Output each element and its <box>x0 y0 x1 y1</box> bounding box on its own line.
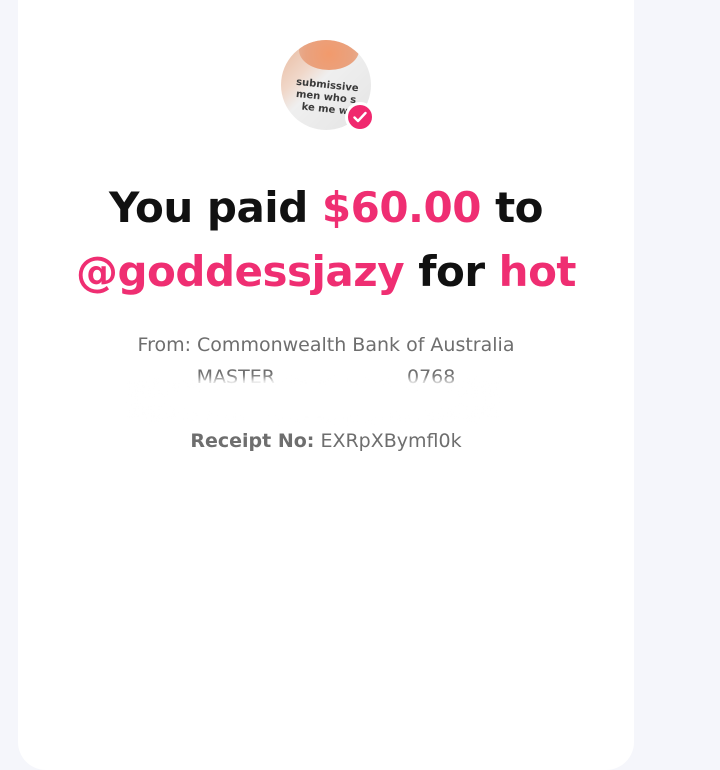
recipient-handle[interactable]: @goddessjazy <box>76 247 405 296</box>
receipt-number: EXRpXBymfl0k <box>320 430 462 452</box>
redaction-blur <box>128 378 498 422</box>
headline-prefix: You paid <box>108 183 308 232</box>
verified-badge <box>345 102 375 132</box>
avatar-photo-skin <box>299 40 359 70</box>
headline-line-2: @goddessjazy for hot <box>0 240 652 304</box>
headline-line-1: You paid $60.00 to <box>0 176 652 240</box>
check-icon <box>353 111 367 123</box>
receipt-number-row: Receipt No: EXRpXBymfl0k <box>0 430 652 452</box>
headline-to: to <box>495 183 544 232</box>
payment-item: hot <box>498 247 577 296</box>
headline-for: for <box>418 247 485 296</box>
payment-amount: $60.00 <box>321 183 482 232</box>
payment-source: From: Commonwealth Bank of Australia <box>137 334 515 356</box>
payment-headline: You paid $60.00 to @goddessjazy for hot <box>0 176 652 304</box>
recipient-avatar-container[interactable]: submissive men who s ke me w <box>281 40 375 132</box>
receipt-label: Receipt No: <box>190 430 315 452</box>
